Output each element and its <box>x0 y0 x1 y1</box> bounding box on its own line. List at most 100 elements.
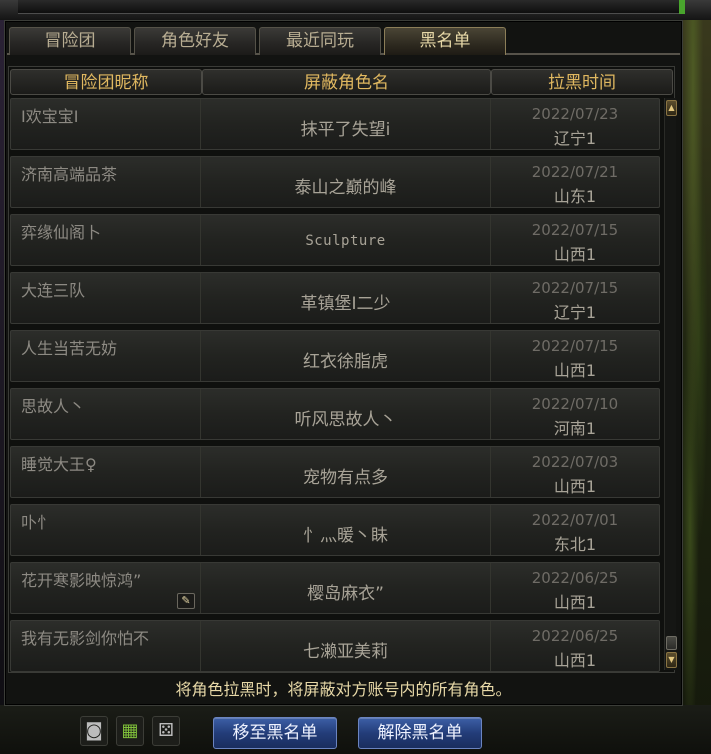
role-cell: 红衣徐脂虎 <box>201 331 491 381</box>
block-date: 2022/07/23 <box>531 105 619 123</box>
server-region: 东北1 <box>553 535 597 554</box>
scroll-thumb[interactable] <box>666 636 677 650</box>
table-row[interactable]: 济南高端品茶 泰山之巅的峰 2022/07/21 山东1 <box>10 156 660 208</box>
nickname-cell: 花开寒影映惊鸿” ✎ <box>11 563 201 613</box>
block-date: 2022/07/10 <box>531 395 619 413</box>
blocked-role-name: 宠物有点多 <box>303 468 388 488</box>
column-header-block-time[interactable]: 拉黑时间 <box>491 69 673 95</box>
top-strip <box>0 0 711 20</box>
server-region: 山西1 <box>553 593 597 612</box>
nickname-cell: 我有无影剑你怕不 <box>11 621 201 671</box>
nickname: 大连三队 <box>21 281 86 300</box>
nickname-cell: 弈缘仙阁卜 <box>11 215 201 265</box>
remove-from-blacklist-button[interactable]: 解除黑名单 <box>358 717 482 749</box>
tab-character-friends[interactable]: 角色好友 <box>134 27 256 55</box>
nickname-cell: 人生当苦无妨 <box>11 331 201 381</box>
tab-blacklist[interactable]: 黑名单 <box>384 27 506 55</box>
block-date: 2022/06/25 <box>531 627 619 645</box>
block-date: 2022/07/15 <box>531 221 619 239</box>
nickname-cell: 睡觉大王♀ <box>11 447 201 497</box>
table-header: 冒险团昵称 屏蔽角色名 拉黑时间 <box>10 69 673 95</box>
blocked-role-name: 听风思故人丶 <box>294 410 397 430</box>
time-cell: 2022/06/25 山西1 <box>491 563 659 613</box>
role-cell: 七濑亚美莉 <box>201 621 491 671</box>
role-cell: Sculpture <box>201 215 491 265</box>
role-cell: 宠物有点多 <box>201 447 491 497</box>
blocked-role-name: 革镇堡I二少 <box>300 294 391 314</box>
nickname-cell: 济南高端品茶 <box>11 157 201 207</box>
blacklist-window: 冒险团 角色好友 最近同玩 黑名单 冒险团昵称 屏蔽角色名 拉黑时间 I欢宝宝I… <box>4 20 683 706</box>
table-row[interactable]: 人生当苦无妨 红衣徐脂虎 2022/07/15 山西1 <box>10 330 660 382</box>
nickname: 我有无影剑你怕不 <box>21 629 150 648</box>
camera-icon[interactable]: ◙ <box>80 716 108 746</box>
blocked-role-name: 抹平了失望i <box>300 120 391 140</box>
time-cell: 2022/07/03 山西1 <box>491 447 659 497</box>
block-date: 2022/07/15 <box>531 279 619 297</box>
time-cell: 2022/07/15 山西1 <box>491 331 659 381</box>
nickname: 人生当苦无妨 <box>21 339 118 358</box>
nickname-cell: 思故人丶 <box>11 389 201 439</box>
table-row[interactable]: I欢宝宝I 抹平了失望i 2022/07/23 辽宁1 <box>10 98 660 150</box>
nickname-cell: I欢宝宝I <box>11 99 201 149</box>
nickname: 花开寒影映惊鸿” <box>21 571 142 590</box>
time-cell: 2022/07/15 辽宁1 <box>491 273 659 323</box>
move-to-blacklist-button[interactable]: 移至黑名单 <box>213 717 337 749</box>
table-row[interactable]: 大连三队 革镇堡I二少 2022/07/15 辽宁1 <box>10 272 660 324</box>
green-edge <box>679 0 685 14</box>
role-cell: 忄灬暖丶眛 <box>201 505 491 555</box>
table-row[interactable]: 思故人丶 听风思故人丶 2022/07/10 河南1 <box>10 388 660 440</box>
column-header-nickname[interactable]: 冒险团昵称 <box>10 69 202 95</box>
server-region: 河南1 <box>553 419 597 438</box>
role-cell: 听风思故人丶 <box>201 389 491 439</box>
role-cell: 革镇堡I二少 <box>201 273 491 323</box>
nickname: 济南高端品茶 <box>21 165 118 184</box>
table-row[interactable]: 我有无影剑你怕不 七濑亚美莉 2022/06/25 山西1 <box>10 620 660 672</box>
time-cell: 2022/07/01 东北1 <box>491 505 659 555</box>
server-region: 山西1 <box>553 477 597 496</box>
nickname: 卟忄 <box>21 513 54 532</box>
table-row[interactable]: 睡觉大王♀ 宠物有点多 2022/07/03 山西1 <box>10 446 660 498</box>
nickname-cell: 卟忄 <box>11 505 201 555</box>
blocked-role-name: 七濑亚美莉 <box>303 642 388 662</box>
nickname: 思故人丶 <box>21 397 86 416</box>
vertical-scrollbar[interactable]: ▲ ▼ <box>664 98 677 670</box>
top-bar <box>18 0 683 14</box>
bottom-toolbar: ◙ ▦ ⚄ <box>80 714 220 750</box>
time-cell: 2022/06/25 山西1 <box>491 621 659 671</box>
server-region: 山西1 <box>553 245 597 264</box>
calendar-icon[interactable]: ▦ <box>116 716 144 746</box>
nickname: 弈缘仙阁卜 <box>21 223 102 242</box>
nickname-cell: 大连三队 <box>11 273 201 323</box>
scroll-up-icon[interactable]: ▲ <box>666 100 677 116</box>
blacklist-table: 冒险团昵称 屏蔽角色名 拉黑时间 I欢宝宝I 抹平了失望i 2022/07/23… <box>8 66 677 673</box>
nickname: I欢宝宝I <box>21 107 79 126</box>
scroll-down-icon[interactable]: ▼ <box>666 652 677 668</box>
block-date: 2022/07/03 <box>531 453 619 471</box>
table-row[interactable]: 卟忄 忄灬暖丶眛 2022/07/01 东北1 <box>10 504 660 556</box>
tab-recently-played[interactable]: 最近同玩 <box>259 27 381 55</box>
blocked-role-name: 红衣徐脂虎 <box>303 352 388 372</box>
column-header-blocked-role[interactable]: 屏蔽角色名 <box>202 69 491 95</box>
edit-icon[interactable]: ✎ <box>177 593 195 609</box>
tab-bar: 冒险团 角色好友 最近同玩 黑名单 <box>7 25 680 55</box>
tab-adventure-team[interactable]: 冒险团 <box>9 27 131 55</box>
server-region: 辽宁1 <box>553 303 597 322</box>
server-region: 山东1 <box>553 187 597 206</box>
blocked-role-name: 樱岛麻衣” <box>307 584 384 604</box>
server-region: 山西1 <box>553 361 597 380</box>
dice-icon[interactable]: ⚄ <box>152 716 180 746</box>
time-cell: 2022/07/21 山东1 <box>491 157 659 207</box>
role-cell: 樱岛麻衣” <box>201 563 491 613</box>
time-cell: 2022/07/23 辽宁1 <box>491 99 659 149</box>
blocked-role-name: Sculpture <box>305 233 386 249</box>
table-row[interactable]: 弈缘仙阁卜 Sculpture 2022/07/15 山西1 <box>10 214 660 266</box>
blacklist-notice: 将角色拉黑时，将屏蔽对方账号内的所有角色。 <box>175 680 512 699</box>
table-row[interactable]: 花开寒影映惊鸿” ✎ 樱岛麻衣” 2022/06/25 山西1 <box>10 562 660 614</box>
time-cell: 2022/07/10 河南1 <box>491 389 659 439</box>
time-cell: 2022/07/15 山西1 <box>491 215 659 265</box>
block-date: 2022/07/01 <box>531 511 619 529</box>
blocked-role-name: 泰山之巅的峰 <box>294 178 397 198</box>
background-foliage <box>681 0 711 754</box>
blocked-role-name: 忄灬暖丶眛 <box>303 526 388 546</box>
role-cell: 抹平了失望i <box>201 99 491 149</box>
